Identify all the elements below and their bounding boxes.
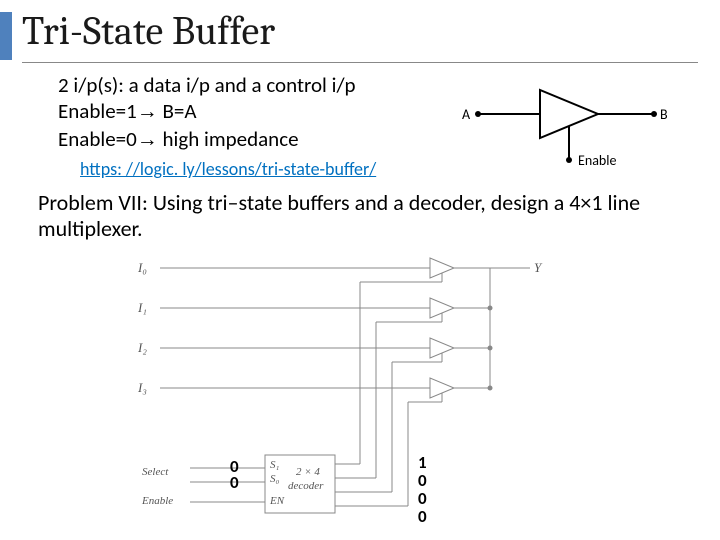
description-block: 2 i/p(s): a data i/p and a control i/p E… [58,72,356,153]
arrow-icon: → [137,100,158,123]
mux-diagram: I₀ I₁ I₂ I₃ Y Select Enable S₁ S₀ EN 2 ×… [130,250,610,530]
label-2x4: 2 × 4 [296,466,320,478]
slide: Tri-State Buffer 2 i/p(s): a data i/p an… [0,0,720,540]
desc-line-1: 2 i/p(s): a data i/p and a control i/p [58,72,356,98]
label-Enable2: Enable [142,495,173,507]
tristate-symbol-svg [448,70,680,178]
desc-line-3: Enable=0→ high impedance [58,126,356,153]
overlay-select-bot: 0 [230,472,239,493]
desc-line-3a: Enable=0 [58,126,137,152]
label-S1: S₁ [270,459,279,471]
mux-svg [130,250,610,530]
label-I3: I₃ [138,380,147,396]
label-EN: EN [270,495,284,507]
desc-line-2: Enable=1→ B=A [58,98,356,125]
label-A: A [462,106,470,123]
reference-link[interactable]: https: //logic. ly/lessons/tri-state-buf… [80,158,376,180]
overlay-d3: 0 [418,506,427,527]
title-rule [22,62,698,63]
desc-line-2a: Enable=1 [58,98,137,124]
accent-bar [0,12,12,60]
tristate-symbol-diagram: A B Enable [448,70,680,178]
page-title: Tri-State Buffer [22,8,275,54]
label-I1: I₁ [138,300,147,316]
desc-line-3b: high impedance [158,126,299,152]
label-I0: I₀ [138,260,147,276]
label-Y: Y [534,260,541,276]
desc-line-2b: B=A [158,98,197,124]
label-Enable: Enable [578,152,616,169]
label-Select: Select [142,466,168,478]
label-I2: I₂ [138,340,147,356]
label-S0: S₀ [270,473,279,485]
arrow-icon: → [137,128,158,151]
problem-statement: Problem VII: Using tri–state buffers and… [38,190,688,243]
label-B: B [660,106,668,123]
label-decoder: decoder [288,480,323,492]
